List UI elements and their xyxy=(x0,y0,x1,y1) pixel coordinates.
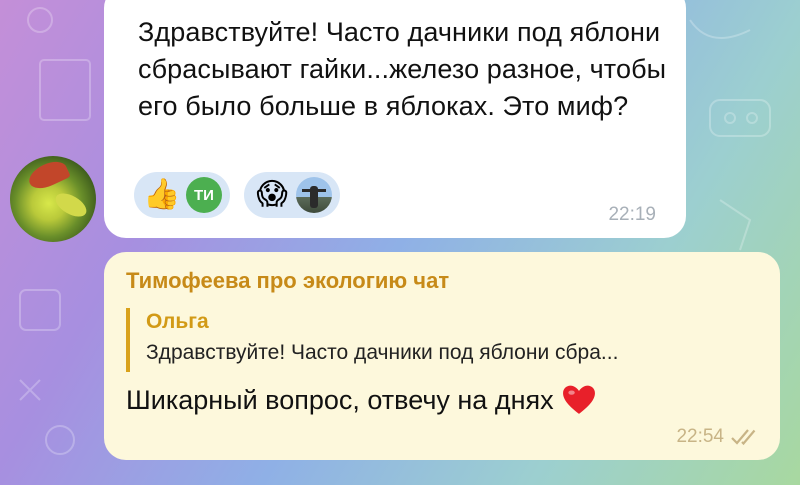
reactions-row: 👍 ТИ 😱 xyxy=(134,172,340,218)
message-status: 22:54 xyxy=(676,426,762,448)
scream-face-icon: 😱 xyxy=(256,178,288,211)
reactor-avatar: ТИ xyxy=(186,177,222,213)
sender-avatar[interactable] xyxy=(10,156,96,242)
person-photo-icon xyxy=(296,177,332,213)
reply-quote[interactable]: Ольга Здравствуйте! Часто дачники под яб… xyxy=(126,308,766,372)
reply-author: Ольга xyxy=(146,310,209,333)
incoming-message-bubble[interactable]: Здравствуйте! Часто дачники под яблони с… xyxy=(104,0,686,238)
message-time: 22:54 xyxy=(676,426,724,447)
incoming-message-text: Здравствуйте! Часто дачники под яблони с… xyxy=(138,17,667,121)
chat-name[interactable]: Тимофеева про экологию чат xyxy=(126,268,449,294)
heart-icon xyxy=(562,385,595,414)
double-check-icon xyxy=(731,429,756,446)
message-time: 22:19 xyxy=(608,204,656,225)
outgoing-message-bubble[interactable]: Тимофеева про экологию чат Ольга Здравст… xyxy=(104,252,780,460)
outgoing-message-text: Шикарный вопрос, отвечу на днях xyxy=(126,385,554,415)
reply-text: Здравствуйте! Часто дачники под яблони с… xyxy=(146,341,619,364)
outgoing-message-text-row: Шикарный вопрос, отвечу на днях xyxy=(126,382,596,418)
reaction-thumbs-up[interactable]: 👍 ТИ xyxy=(134,172,230,218)
thumbs-up-icon: 👍 xyxy=(143,178,181,211)
reaction-scream[interactable]: 😱 xyxy=(244,172,340,218)
